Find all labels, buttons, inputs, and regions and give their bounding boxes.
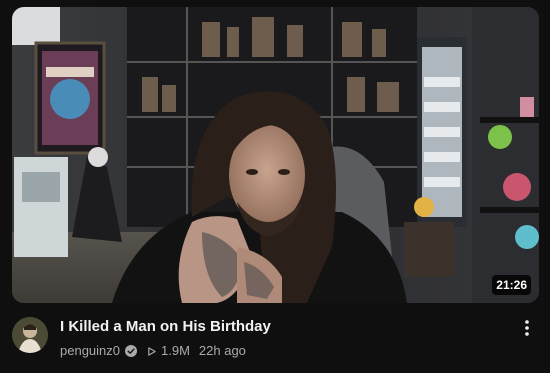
video-meta: I Killed a Man on His Birthday penguinz0… <box>12 314 539 368</box>
upload-age: 22h ago <box>198 343 246 358</box>
avatar-image <box>12 317 48 353</box>
play-icon <box>148 346 156 356</box>
channel-name[interactable]: penguinz0 <box>60 342 120 360</box>
video-thumbnail[interactable]: 21:26 <box>12 7 539 303</box>
view-count: 1.9M <box>161 343 190 358</box>
thumbnail-image <box>12 7 539 303</box>
video-details: I Killed a Man on His Birthday penguinz0… <box>60 314 509 360</box>
more-options-button[interactable] <box>515 316 539 340</box>
channel-line: penguinz0 1.9M 22h ago <box>60 342 509 360</box>
channel-avatar[interactable] <box>12 317 48 353</box>
verified-check-icon <box>125 345 137 357</box>
views-block: 1.9M <box>147 342 190 360</box>
video-title[interactable]: I Killed a Man on His Birthday <box>60 316 509 338</box>
video-card: 21:26 I Killed a Man on His Birthday pen… <box>0 0 550 373</box>
duration-badge: 21:26 <box>492 275 531 295</box>
more-vert-icon <box>525 320 529 336</box>
